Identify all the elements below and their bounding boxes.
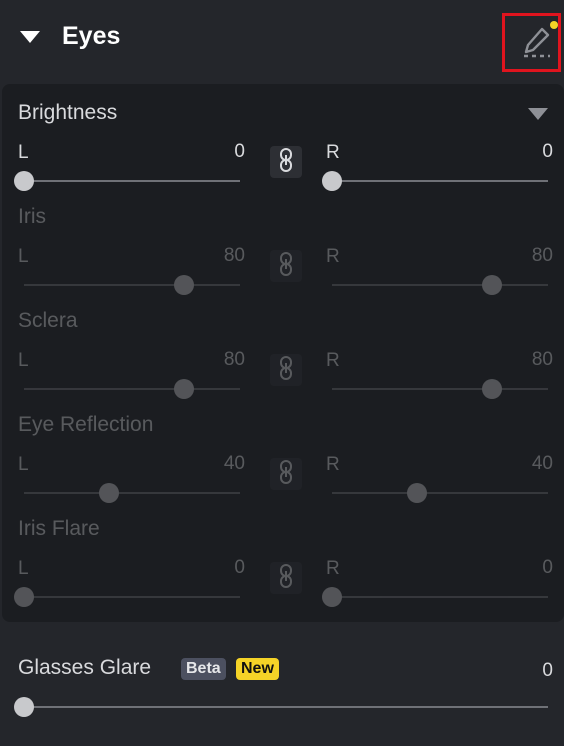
glasses-glare-label: Glasses Glare [18, 656, 152, 679]
right-value: 0 [542, 141, 553, 162]
right-slider-track[interactable] [332, 492, 548, 494]
beta-badge: Beta [181, 658, 226, 680]
right-slider-track[interactable] [332, 284, 548, 286]
right-value: 80 [531, 349, 553, 370]
group-title: Iris Flare [18, 517, 100, 540]
left-slider-track[interactable] [24, 492, 240, 494]
group-title: Iris [18, 205, 46, 228]
link-toggle-button[interactable] [270, 562, 302, 594]
chain-link-icon [279, 251, 293, 281]
right-slider-thumb[interactable] [322, 587, 342, 607]
left-slider-track[interactable] [24, 388, 240, 390]
chain-link-icon [279, 563, 293, 593]
right-label: R [326, 454, 340, 475]
edit-button[interactable] [502, 13, 561, 72]
left-label: L [18, 558, 29, 579]
right-value: 80 [531, 245, 553, 266]
right-slider-track[interactable] [332, 388, 548, 390]
link-toggle-button[interactable] [270, 458, 302, 490]
right-slider-track[interactable] [332, 180, 548, 182]
chain-link-icon [279, 147, 293, 177]
link-toggle-button[interactable] [270, 146, 302, 178]
right-label: R [326, 350, 340, 371]
eyes-section-header[interactable]: Eyes [0, 0, 564, 76]
link-toggle-button[interactable] [270, 354, 302, 386]
left-value: 80 [223, 245, 245, 266]
left-label: L [18, 454, 29, 475]
link-toggle-button[interactable] [270, 250, 302, 282]
group-title: Sclera [18, 309, 78, 332]
notification-dot [550, 21, 558, 29]
right-label: R [326, 246, 340, 267]
group-title: Eye Reflection [18, 413, 154, 436]
right-value: 40 [531, 453, 553, 474]
left-label: L [18, 350, 29, 371]
glasses-glare-thumb[interactable] [14, 697, 34, 717]
left-slider-track[interactable] [24, 284, 240, 286]
chain-link-icon [279, 459, 293, 489]
glasses-glare-track[interactable] [24, 706, 548, 708]
left-slider-track[interactable] [24, 180, 240, 182]
group-title: Brightness [18, 101, 118, 124]
left-slider-thumb[interactable] [14, 587, 34, 607]
left-value: 80 [223, 349, 245, 370]
panel-collapse-icon[interactable] [528, 108, 548, 120]
left-label: L [18, 142, 29, 163]
right-label: R [326, 142, 340, 163]
left-slider-thumb[interactable] [14, 171, 34, 191]
section-title: Eyes [62, 22, 121, 50]
right-slider-track[interactable] [332, 596, 548, 598]
chain-link-icon [279, 355, 293, 385]
collapse-caret-icon[interactable] [20, 31, 40, 43]
new-badge: New [236, 658, 279, 680]
left-slider-track[interactable] [24, 596, 240, 598]
right-slider-thumb[interactable] [322, 171, 342, 191]
right-label: R [326, 558, 340, 579]
left-value: 0 [234, 557, 245, 578]
right-value: 0 [542, 557, 553, 578]
edit-pencil-icon [524, 27, 550, 58]
glasses-glare-value: 0 [542, 660, 553, 681]
left-value: 40 [223, 453, 245, 474]
left-label: L [18, 246, 29, 267]
left-value: 0 [234, 141, 245, 162]
